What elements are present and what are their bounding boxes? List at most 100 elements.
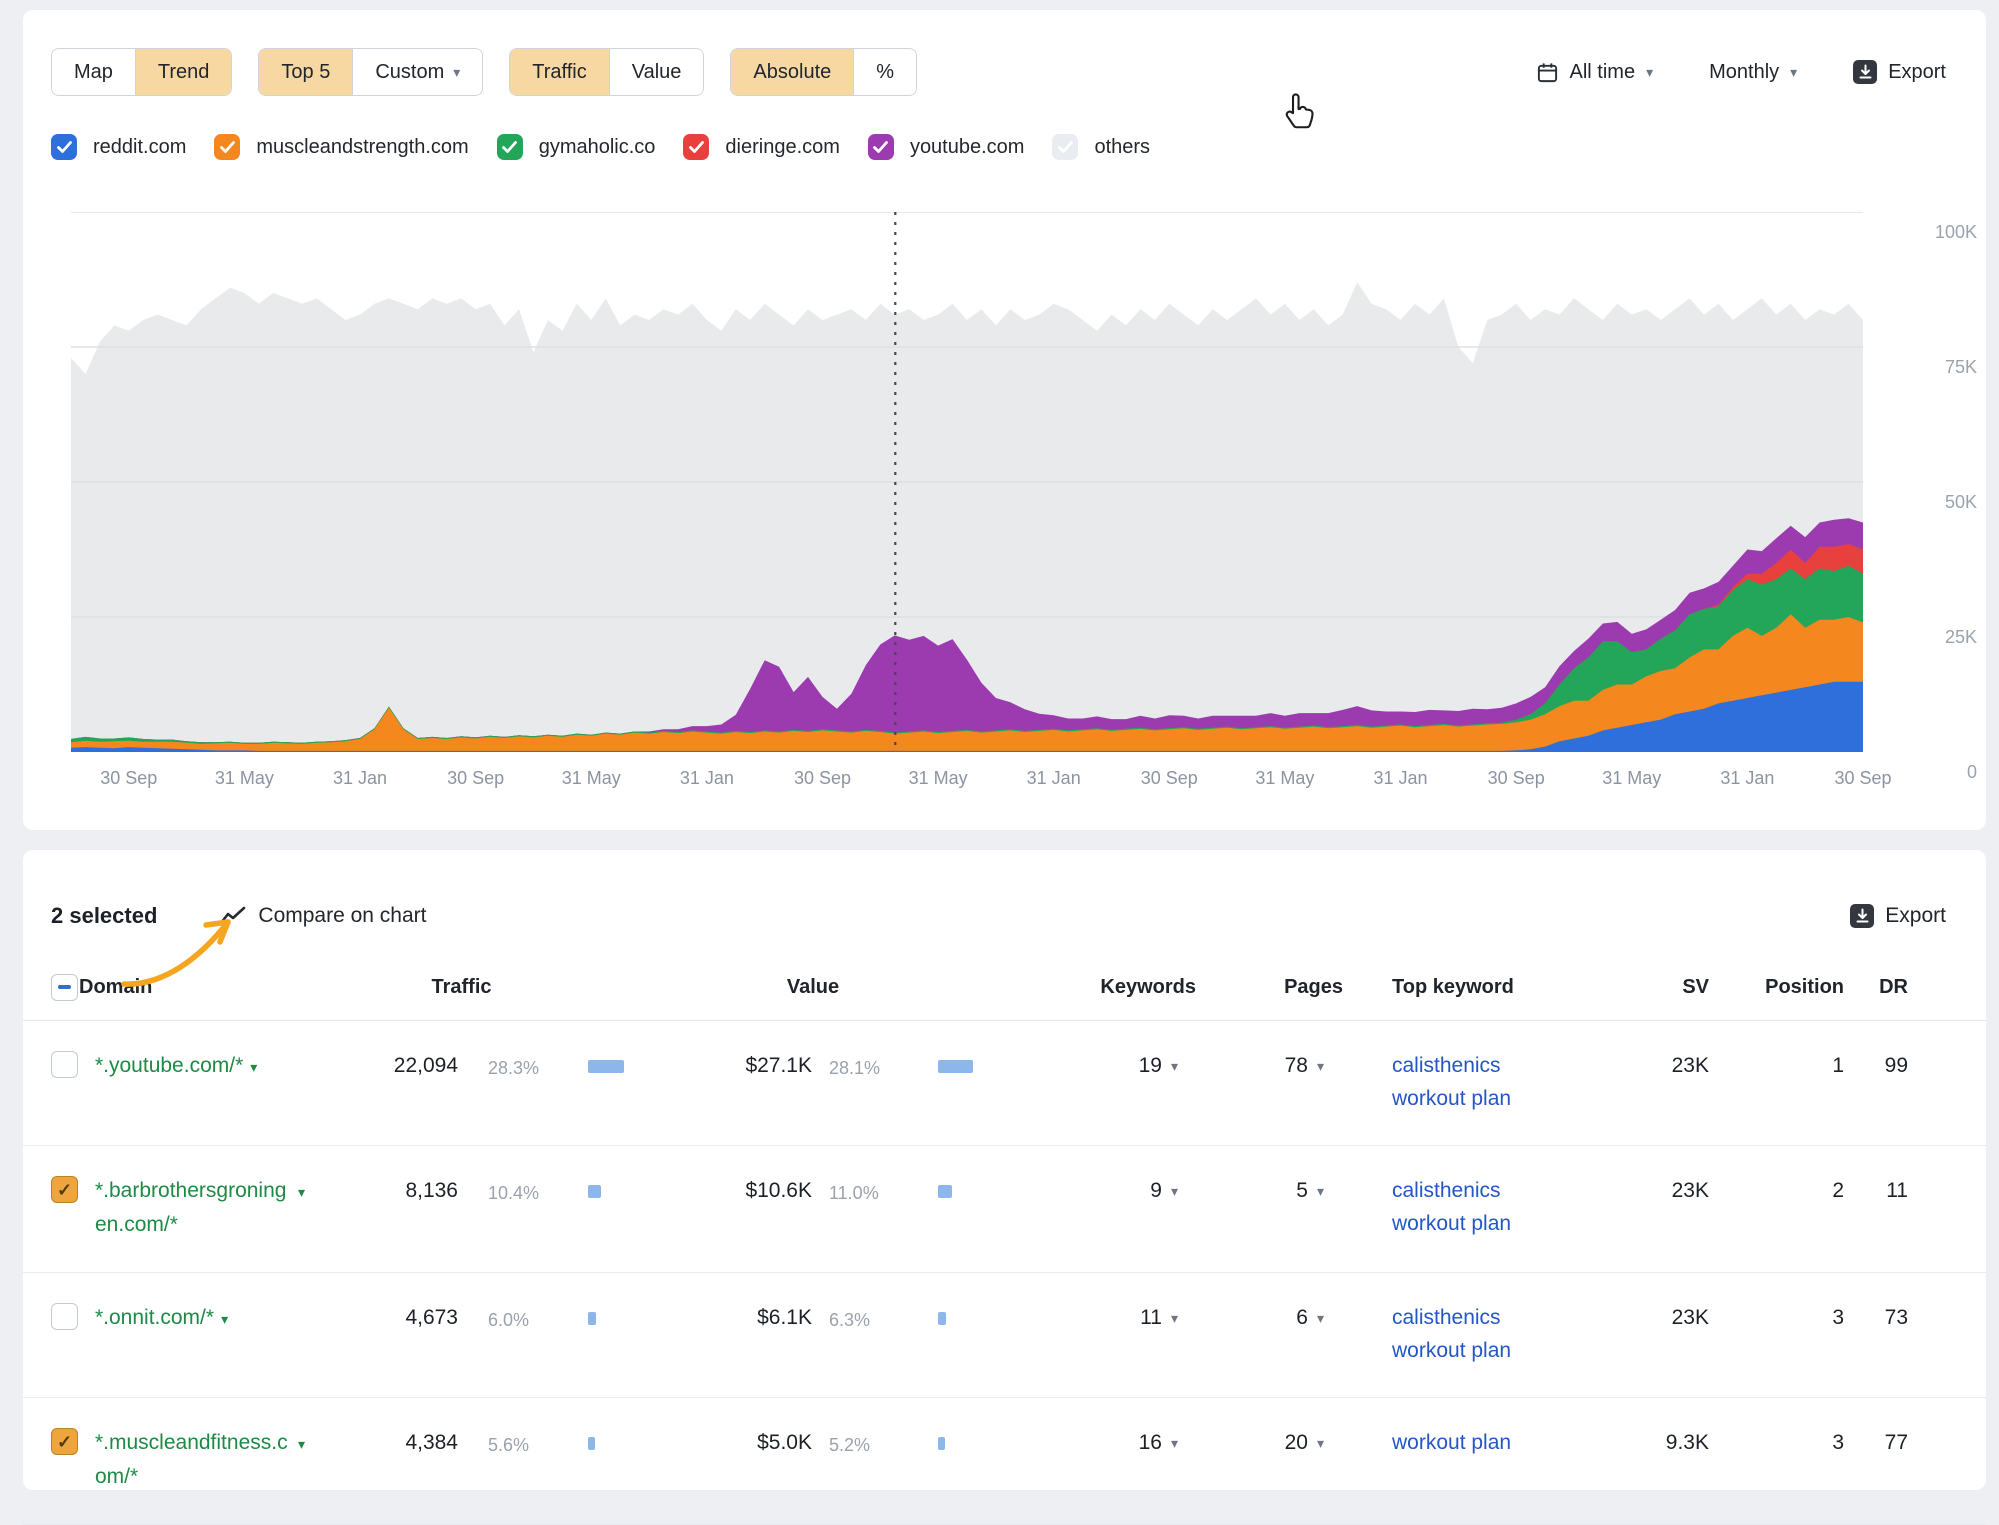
- table-row: *.muscleandfitness.com/*▾ 4,384 5.6% $5.…: [23, 1398, 1986, 1525]
- header-pages[interactable]: Pages: [1178, 976, 1343, 999]
- header-sv[interactable]: SV: [1619, 976, 1709, 999]
- row-checkbox[interactable]: [51, 1303, 78, 1330]
- domain-link[interactable]: *.onnit.com/*▾: [95, 1306, 228, 1329]
- legend-label: reddit.com: [93, 136, 186, 159]
- granularity-dropdown[interactable]: Monthly ▾: [1709, 61, 1797, 84]
- header-domain[interactable]: Domain: [79, 976, 373, 999]
- value-percent: 28.1%: [812, 1049, 917, 1085]
- chart-legend: reddit.com muscleandstrength.com gymahol…: [51, 134, 1150, 160]
- legend-label: youtube.com: [910, 136, 1025, 159]
- trend-toggle-button[interactable]: Trend: [135, 49, 232, 95]
- percent-toggle-button[interactable]: %: [853, 49, 916, 95]
- time-range-dropdown[interactable]: All time ▾: [1536, 61, 1654, 84]
- traffic-value: 8,136: [373, 1174, 458, 1208]
- x-axis-label: 30 Sep: [100, 768, 157, 789]
- x-axis-label: 31 May: [215, 768, 274, 789]
- header-top-keyword[interactable]: Top keyword: [1324, 976, 1619, 999]
- traffic-trend-chart[interactable]: [71, 212, 1863, 752]
- traffic-share-chart-panel: Map Trend Top 5 Custom ▾ Traffic Value A…: [23, 10, 1986, 830]
- x-axis-label: 31 Jan: [1720, 768, 1774, 789]
- traffic-percent: 28.3%: [458, 1049, 568, 1085]
- table-row: *.barbrothersgroningen.com/*▾ 8,136 10.4…: [23, 1146, 1986, 1273]
- legend-checkbox[interactable]: [51, 134, 77, 160]
- legend-checkbox[interactable]: [497, 134, 523, 160]
- header-keywords[interactable]: Keywords: [1008, 976, 1196, 999]
- keywords-dropdown[interactable]: 11▾: [1008, 1301, 1178, 1335]
- row-checkbox[interactable]: [51, 1176, 78, 1203]
- keywords-dropdown[interactable]: 19▾: [1008, 1049, 1178, 1083]
- export-button-table[interactable]: Export: [1850, 904, 1946, 928]
- domain-link[interactable]: *.muscleandfitness.com/*▾: [95, 1431, 305, 1454]
- y-axis-labels: 100K75K50K25K0: [1881, 212, 1977, 792]
- legend-item[interactable]: dieringe.com: [683, 134, 840, 160]
- legend-item[interactable]: youtube.com: [868, 134, 1025, 160]
- keywords-dropdown[interactable]: 16▾: [1008, 1426, 1178, 1460]
- pages-dropdown[interactable]: 78▾: [1178, 1049, 1324, 1083]
- header-dr[interactable]: DR: [1844, 976, 1908, 999]
- absolute-percent-toggle: Absolute %: [730, 48, 917, 96]
- dr-value: 73: [1844, 1301, 1908, 1335]
- chevron-down-icon[interactable]: ▾: [250, 1059, 257, 1075]
- compare-on-chart-button[interactable]: Compare on chart: [219, 904, 426, 928]
- search-volume: 23K: [1619, 1301, 1709, 1335]
- top-keyword-link[interactable]: workout plan: [1392, 1426, 1511, 1459]
- stacked-area-chart[interactable]: [71, 212, 1863, 752]
- custom-dropdown-button[interactable]: Custom ▾: [352, 49, 482, 95]
- chevron-down-icon[interactable]: ▾: [298, 1436, 305, 1452]
- x-axis-label: 31 Jan: [333, 768, 387, 789]
- check-icon: [689, 141, 704, 153]
- header-value[interactable]: Value: [663, 976, 917, 999]
- position-value: 3: [1709, 1426, 1844, 1460]
- chevron-down-icon: ▾: [1317, 1059, 1324, 1073]
- legend-item[interactable]: muscleandstrength.com: [214, 134, 468, 160]
- x-axis-label: 30 Sep: [1488, 768, 1545, 789]
- header-traffic[interactable]: Traffic: [373, 976, 568, 999]
- export-button-top[interactable]: Export: [1853, 60, 1946, 84]
- pages-dropdown[interactable]: 20▾: [1178, 1426, 1324, 1460]
- value-amount: $10.6K: [663, 1174, 812, 1208]
- map-toggle-button[interactable]: Map: [52, 49, 135, 95]
- competitors-table-panel: 2 selected Compare on chart Export Domai…: [23, 850, 1986, 1490]
- absolute-toggle-button[interactable]: Absolute: [731, 49, 853, 95]
- x-axis-label: 31 May: [562, 768, 621, 789]
- table-header-row: Domain Traffic Value Keywords Pages Top …: [23, 954, 1986, 1021]
- calendar-icon: [1536, 61, 1559, 84]
- top5-button[interactable]: Top 5: [259, 49, 352, 95]
- domain-link[interactable]: *.youtube.com/*▾: [95, 1054, 257, 1077]
- legend-item[interactable]: others: [1052, 134, 1150, 160]
- check-icon: [57, 141, 72, 153]
- row-checkbox[interactable]: [51, 1428, 78, 1455]
- legend-item[interactable]: reddit.com: [51, 134, 186, 160]
- position-value: 3: [1709, 1301, 1844, 1335]
- traffic-share-bar: [588, 1312, 596, 1325]
- header-position[interactable]: Position: [1709, 976, 1844, 999]
- chevron-down-icon[interactable]: ▾: [221, 1311, 228, 1327]
- legend-checkbox[interactable]: [868, 134, 894, 160]
- pages-dropdown[interactable]: 6▾: [1178, 1301, 1324, 1335]
- legend-checkbox[interactable]: [683, 134, 709, 160]
- pages-count: 20: [1285, 1426, 1308, 1460]
- legend-checkbox[interactable]: [1052, 134, 1078, 160]
- chevron-down-icon: ▾: [1171, 1311, 1178, 1325]
- keywords-dropdown[interactable]: 9▾: [1008, 1174, 1178, 1208]
- top-keyword-link[interactable]: calisthenics workout plan: [1392, 1049, 1558, 1115]
- row-checkbox[interactable]: [51, 1051, 78, 1078]
- top-keyword-link[interactable]: calisthenics workout plan: [1392, 1301, 1558, 1367]
- y-axis-label: 100K: [1935, 222, 1977, 243]
- value-toggle-button[interactable]: Value: [609, 49, 704, 95]
- top-keyword-link[interactable]: calisthenics workout plan: [1392, 1174, 1558, 1240]
- select-all-checkbox[interactable]: [51, 974, 78, 1001]
- chevron-down-icon[interactable]: ▾: [298, 1184, 305, 1200]
- dr-value: 99: [1844, 1049, 1908, 1083]
- legend-item[interactable]: gymaholic.co: [497, 134, 656, 160]
- check-icon: [502, 141, 517, 153]
- top5-custom-toggle: Top 5 Custom ▾: [258, 48, 483, 96]
- value-share-bar: [938, 1437, 945, 1450]
- custom-label: Custom: [375, 61, 444, 84]
- domain-link[interactable]: *.barbrothersgroningen.com/*▾: [95, 1179, 305, 1202]
- legend-checkbox[interactable]: [214, 134, 240, 160]
- x-axis-label: 30 Sep: [794, 768, 851, 789]
- pages-dropdown[interactable]: 5▾: [1178, 1174, 1324, 1208]
- traffic-share-bar: [588, 1060, 624, 1073]
- traffic-toggle-button[interactable]: Traffic: [510, 49, 608, 95]
